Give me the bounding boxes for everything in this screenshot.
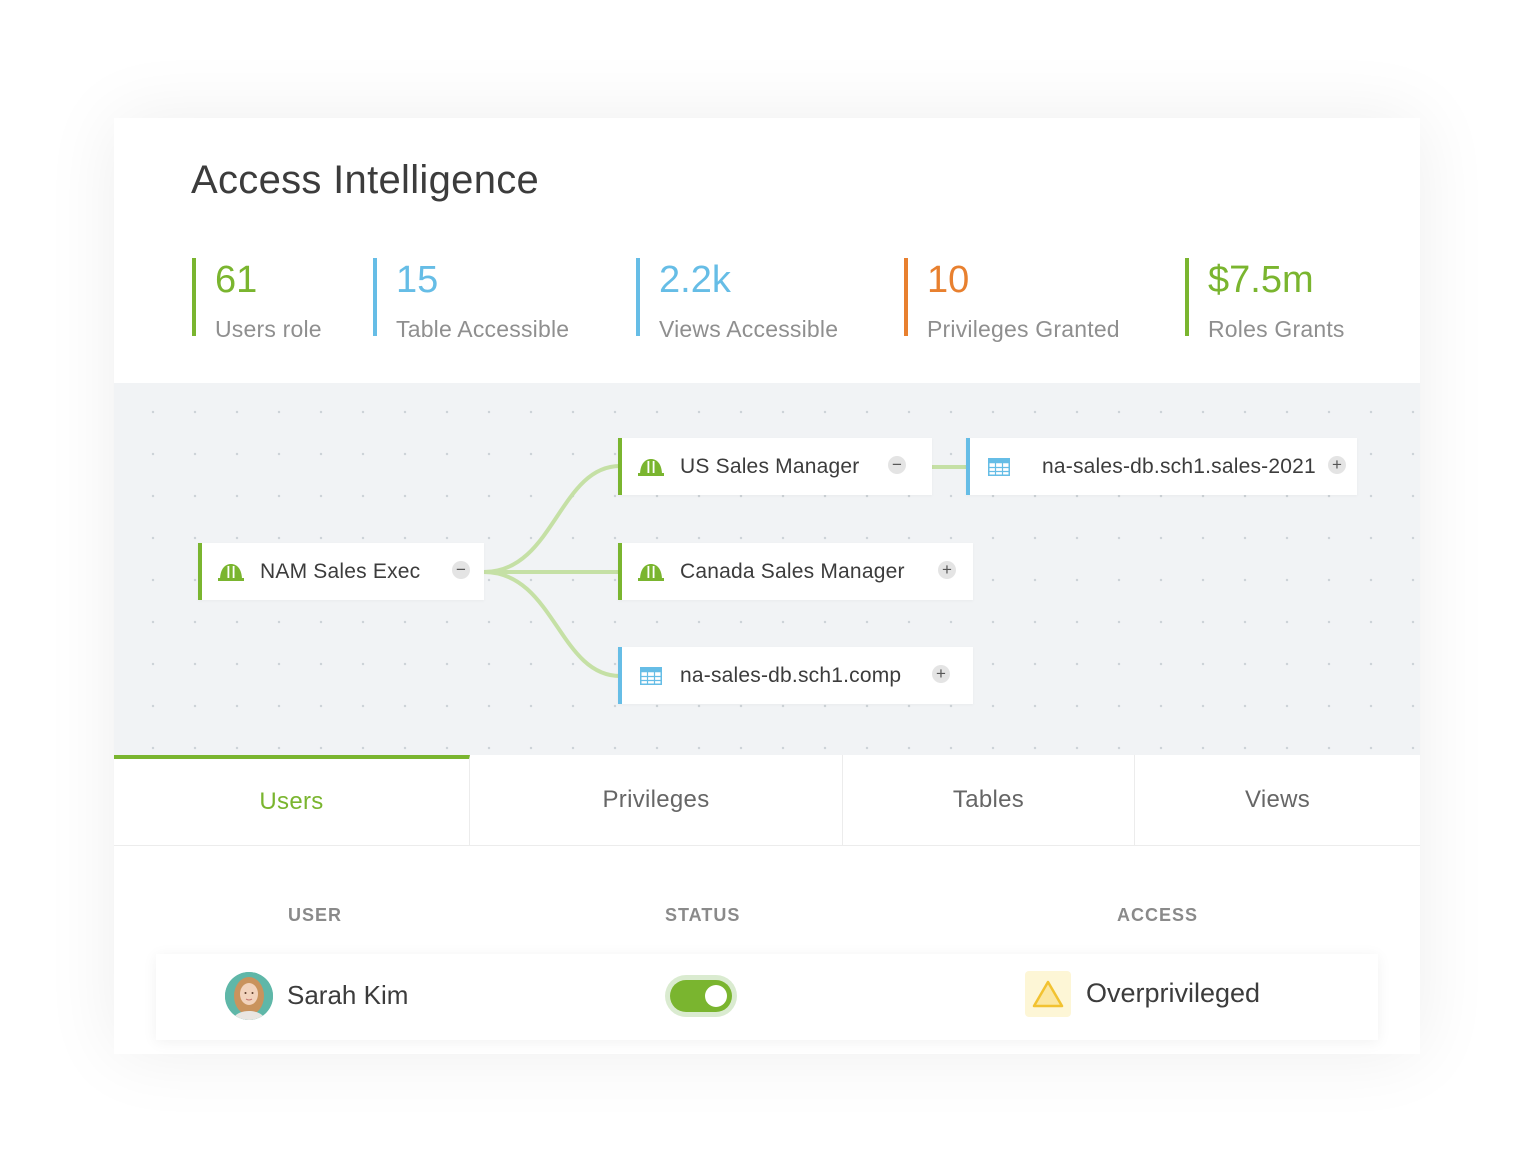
stat-value: 10 <box>927 259 970 301</box>
avatar <box>225 972 273 1020</box>
warning-icon <box>1025 971 1071 1017</box>
stat-label: Users role <box>215 316 322 342</box>
stat-label: Privileges Granted <box>927 316 1120 342</box>
node-nam-sales-exec[interactable]: NAM Sales Exec − <box>198 543 484 600</box>
column-header-access: ACCESS <box>1117 905 1199 925</box>
tab-tables[interactable]: Tables <box>843 755 1135 845</box>
node-us-sales-manager[interactable]: US Sales Manager − <box>618 438 932 495</box>
expand-icon[interactable]: + <box>1328 456 1346 474</box>
table-icon <box>636 664 666 688</box>
node-label: Canada Sales Manager <box>680 559 905 583</box>
column-header-user: USER <box>288 905 343 925</box>
stat-table-accessible: 15 Table Accessible <box>373 258 569 342</box>
node-label: na-sales-db.sch1.sales-2021 <box>1042 454 1316 478</box>
access-intelligence-card: Access Intelligence 61 Users role 15 Tab… <box>114 118 1420 1054</box>
collapse-icon[interactable]: − <box>888 456 906 474</box>
stat-views-accessible: 2.2k Views Accessible <box>636 258 838 342</box>
access-graph[interactable]: NAM Sales Exec − US Sales Manager − Cana… <box>114 383 1420 755</box>
stat-label: Roles Grants <box>1208 316 1345 342</box>
role-icon <box>636 455 666 479</box>
role-icon <box>636 560 666 584</box>
node-label: na-sales-db.sch1.comp <box>680 663 902 687</box>
stat-label: Views Accessible <box>659 316 839 342</box>
role-icon <box>216 560 246 584</box>
node-na-sales-db-comp[interactable]: na-sales-db.sch1.comp + <box>618 647 973 704</box>
table-icon <box>984 455 1014 479</box>
node-label: NAM Sales Exec <box>260 559 421 583</box>
expand-icon[interactable]: + <box>932 665 950 683</box>
node-na-sales-db-sales-2021[interactable]: na-sales-db.sch1.sales-2021 + <box>966 438 1357 495</box>
stat-value: 2.2k <box>659 259 731 301</box>
user-name: Sarah Kim <box>287 980 409 1010</box>
stat-roles-grants: $7.5m Roles Grants <box>1185 258 1345 342</box>
access-status: Overprivileged <box>1086 978 1261 1008</box>
node-canada-sales-manager[interactable]: Canada Sales Manager + <box>618 543 973 600</box>
stat-value: 61 <box>215 259 258 301</box>
stat-privileges-granted: 10 Privileges Granted <box>904 258 1120 342</box>
page-title: Access Intelligence <box>191 158 540 202</box>
node-label: US Sales Manager <box>680 454 860 478</box>
table-row[interactable]: Sarah Kim Overprivileged <box>156 954 1378 1040</box>
expand-icon[interactable]: + <box>938 561 956 579</box>
status-toggle[interactable] <box>665 975 737 1017</box>
stat-label: Table Accessible <box>396 316 570 342</box>
tab-users[interactable]: Users <box>114 755 470 845</box>
stat-value: $7.5m <box>1208 259 1314 301</box>
tab-bar: Users Privileges Tables Views <box>114 755 1420 846</box>
tab-privileges[interactable]: Privileges <box>470 755 843 845</box>
stat-value: 15 <box>396 259 439 301</box>
column-header-status: STATUS <box>665 905 741 925</box>
collapse-icon[interactable]: − <box>452 561 470 579</box>
toggle-track <box>670 980 732 1012</box>
tab-views[interactable]: Views <box>1135 755 1420 845</box>
stat-users-role: 61 Users role <box>192 258 322 342</box>
toggle-knob <box>705 985 727 1007</box>
